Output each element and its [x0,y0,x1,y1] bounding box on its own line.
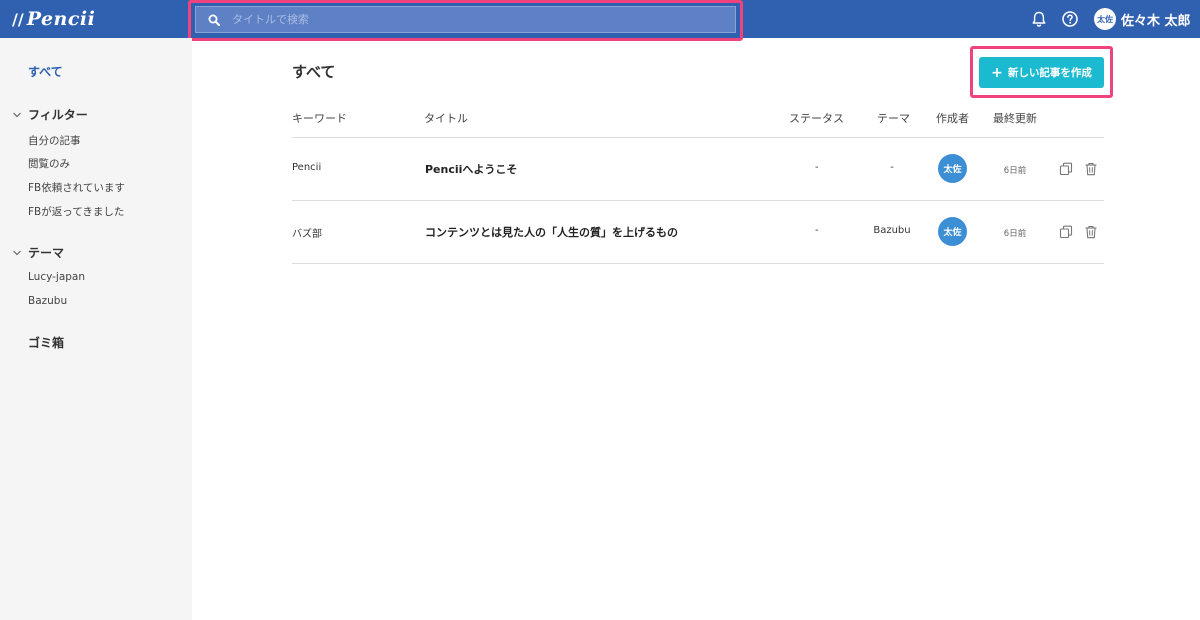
row-updated: 6日前 [1003,229,1027,239]
column-header-title: タイトル [424,112,468,125]
sidebar-item-trash[interactable]: ゴミ箱 [28,334,64,351]
create-article-button[interactable]: + 新しい記事を作成 [979,57,1104,88]
column-header-status: ステータス [789,112,844,125]
row-status: - [815,162,819,173]
row-theme: - [890,162,894,173]
avatar: 太佐 [1094,8,1116,30]
sidebar-section-filter[interactable]: フィルター [12,106,88,123]
table-row[interactable]: バズ部 コンテンツとは見た人の「人生の質」を上げるもの - Bazubu 太佐 … [0,201,1200,263]
trash-icon[interactable] [1084,224,1098,239]
row-theme: Bazubu [873,225,911,236]
row-keyword: Pencii [292,162,322,173]
user-name: 佐々木 太郎 [1121,13,1191,29]
avatar: 太佐 [938,154,967,183]
plus-icon: + [991,64,1003,81]
create-article-label: 新しい記事を作成 [1007,67,1092,79]
chevron-down-icon [13,112,21,117]
avatar: 太佐 [938,217,967,246]
bell-icon[interactable] [1030,10,1048,28]
copy-icon[interactable] [1059,224,1073,239]
row-status: - [815,225,819,236]
sidebar-section-label: フィルター [28,108,88,122]
pencil-logo-icon: // [12,9,24,29]
copy-icon[interactable] [1059,161,1073,176]
row-title[interactable]: コンテンツとは見た人の「人生の質」を上げるもの [425,224,678,240]
column-header-updated: 最終更新 [993,112,1037,125]
table-row[interactable]: Pencii Penciiへようこそ - - 太佐 6日前 [0,138,1200,200]
trash-icon[interactable] [1084,161,1098,176]
logo-text: Pencii [26,8,96,30]
row-updated: 6日前 [1003,166,1027,176]
app-logo[interactable]: // Pencii [12,6,95,32]
search-highlight-frame [188,0,743,41]
column-header-theme: テーマ [877,112,910,125]
table-divider [292,263,1104,264]
sidebar: すべて フィルター 自分の記事 閲覧のみ FB依頼されています FBが返ってきま… [0,38,192,620]
column-header-keyword: キーワード [292,112,347,125]
sidebar-item-bazubu[interactable]: Bazubu [28,295,67,307]
sidebar-item-all[interactable]: すべて [28,63,63,80]
sidebar-item-lucy-japan[interactable]: Lucy-japan [28,271,85,283]
page-title: すべて [292,63,336,81]
row-keyword: バズ部 [292,229,322,240]
row-title[interactable]: Penciiへようこそ [425,161,517,177]
column-header-author: 作成者 [936,112,969,125]
help-icon[interactable] [1061,10,1079,28]
user-menu[interactable]: 太佐 佐々木 太郎 [1094,8,1191,30]
